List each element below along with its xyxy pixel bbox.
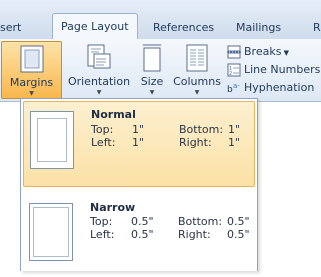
orientation-icon [87, 44, 111, 69]
margin-option-normal[interactable]: Normal Top: 1" Bottom: 1" Left: 1" Right… [23, 101, 255, 187]
top-value: 0.5" [131, 215, 154, 228]
orientation-label: Orientation [67, 75, 131, 88]
line-numbers-button[interactable]: 1 2 Line Numbers [227, 61, 320, 79]
margins-label: Margins [9, 76, 54, 89]
tab-insert[interactable]: sert [0, 17, 21, 39]
top-label: Top: [90, 215, 113, 228]
hyphenation-label: Hyphenation [244, 81, 315, 94]
page-setup-ribbon: Margins ▼ Orientation ▼ Size ▼ Columns ▼ [0, 39, 321, 102]
right-label: Right: [178, 228, 211, 241]
margin-option-name: Normal [91, 108, 136, 121]
margins-dropdown-menu: Normal Top: 1" Bottom: 1" Left: 1" Right… [20, 98, 258, 271]
columns-button[interactable]: Columns ▼ [171, 41, 223, 99]
bottom-value: 1" [228, 123, 241, 136]
line-numbers-icon: 1 2 [227, 63, 241, 77]
top-value: 1" [132, 123, 145, 136]
columns-icon [186, 44, 208, 72]
orientation-dropdown-arrow-icon: ▼ [96, 89, 102, 96]
margin-option-name: Narrow [90, 201, 136, 214]
bottom-value: 0.5" [227, 215, 250, 228]
left-label: Left: [91, 136, 116, 149]
ribbon-tab-strip: sert Page Layout References Mailings R [0, 0, 321, 39]
bottom-label: Bottom: [178, 215, 223, 228]
breaks-label: Breaks [244, 45, 282, 58]
right-label: Right: [179, 136, 212, 149]
size-button[interactable]: Size ▼ [136, 41, 168, 99]
columns-dropdown-arrow-icon: ▼ [194, 89, 200, 96]
breaks-icon [227, 45, 241, 59]
hyphenation-icon: b a- [227, 82, 240, 95]
tab-references[interactable]: References [153, 17, 214, 39]
left-value: 0.5" [131, 228, 154, 241]
orientation-button[interactable]: Orientation ▼ [65, 41, 133, 99]
left-value: 1" [132, 136, 145, 149]
margins-button[interactable]: Margins ▼ [1, 41, 62, 99]
narrow-margins-icon [29, 203, 73, 261]
right-value: 1" [228, 136, 241, 149]
margins-icon [20, 45, 43, 73]
tab-review[interactable]: R [313, 17, 321, 39]
left-label: Left: [90, 228, 115, 241]
tab-page-layout[interactable]: Page Layout [52, 13, 138, 39]
right-value: 0.5" [227, 228, 250, 241]
columns-label: Columns [173, 75, 221, 88]
size-label: Size [140, 75, 164, 88]
normal-margins-icon [30, 111, 74, 169]
bottom-label: Bottom: [179, 123, 224, 136]
breaks-button[interactable]: Breaks ▼ [227, 43, 289, 61]
svg-text:a-: a- [233, 82, 240, 90]
line-numbers-label: Line Numbers [244, 63, 321, 76]
size-icon [143, 44, 161, 72]
breaks-dropdown-arrow-icon: ▼ [281, 49, 290, 57]
tab-mailings[interactable]: Mailings [236, 17, 281, 39]
svg-text:2: 2 [229, 71, 232, 77]
size-dropdown-arrow-icon: ▼ [149, 89, 155, 96]
margin-option-narrow[interactable]: Narrow Top: 0.5" Bottom: 0.5" Left: 0.5"… [23, 191, 255, 277]
margins-dropdown-arrow-icon: ▼ [29, 90, 34, 97]
top-label: Top: [91, 123, 114, 136]
hyphenation-button[interactable]: b a- Hyphenation [227, 79, 314, 97]
